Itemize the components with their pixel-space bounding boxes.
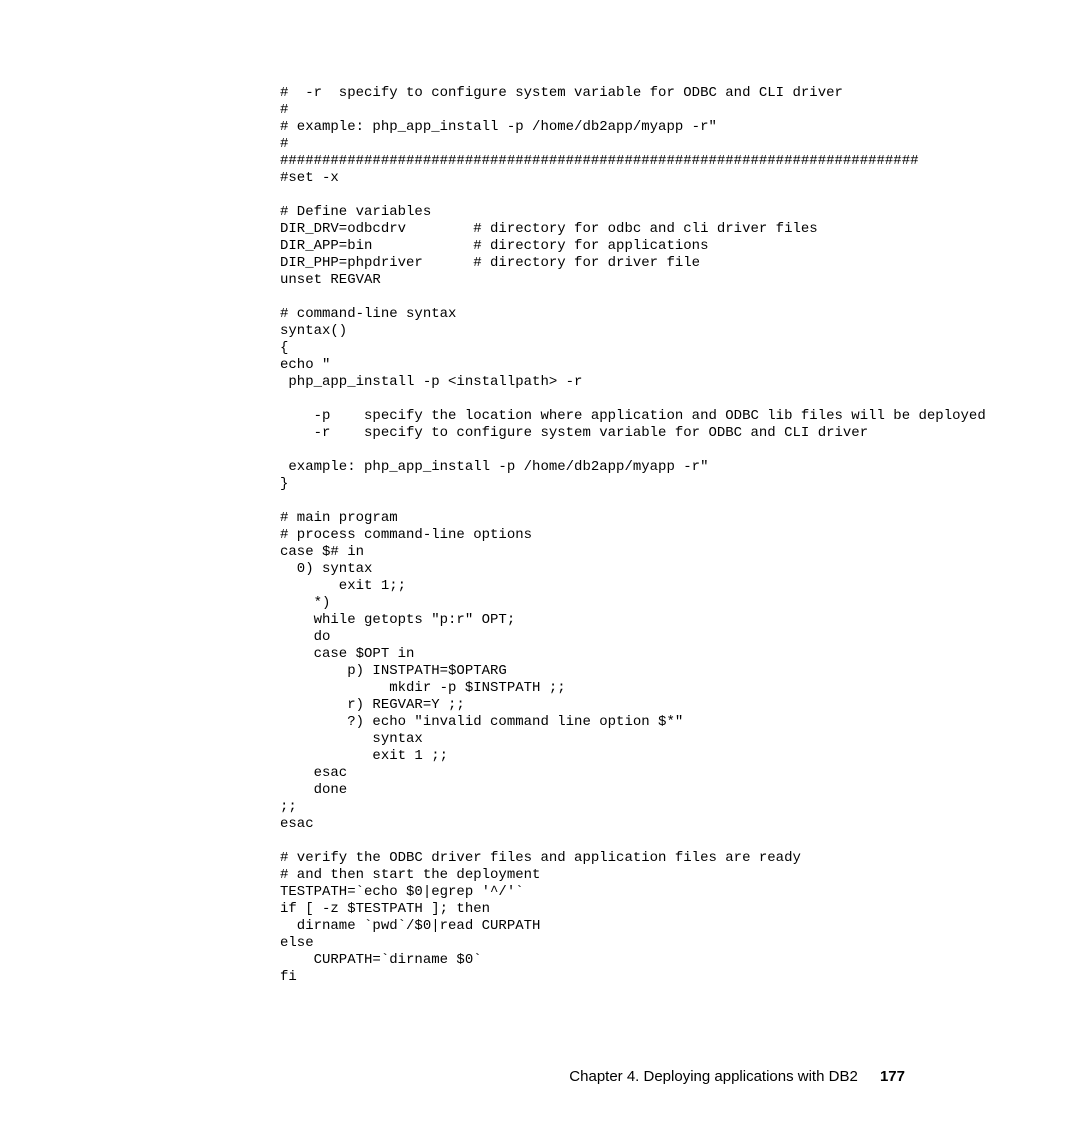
page-footer: Chapter 4. Deploying applications with D… xyxy=(569,1068,905,1085)
page: # -r specify to configure system variabl… xyxy=(0,0,1080,1143)
code-listing: # -r specify to configure system variabl… xyxy=(280,85,1080,986)
page-number: 177 xyxy=(880,1068,905,1085)
chapter-title: Chapter 4. Deploying applications with D… xyxy=(569,1068,858,1085)
